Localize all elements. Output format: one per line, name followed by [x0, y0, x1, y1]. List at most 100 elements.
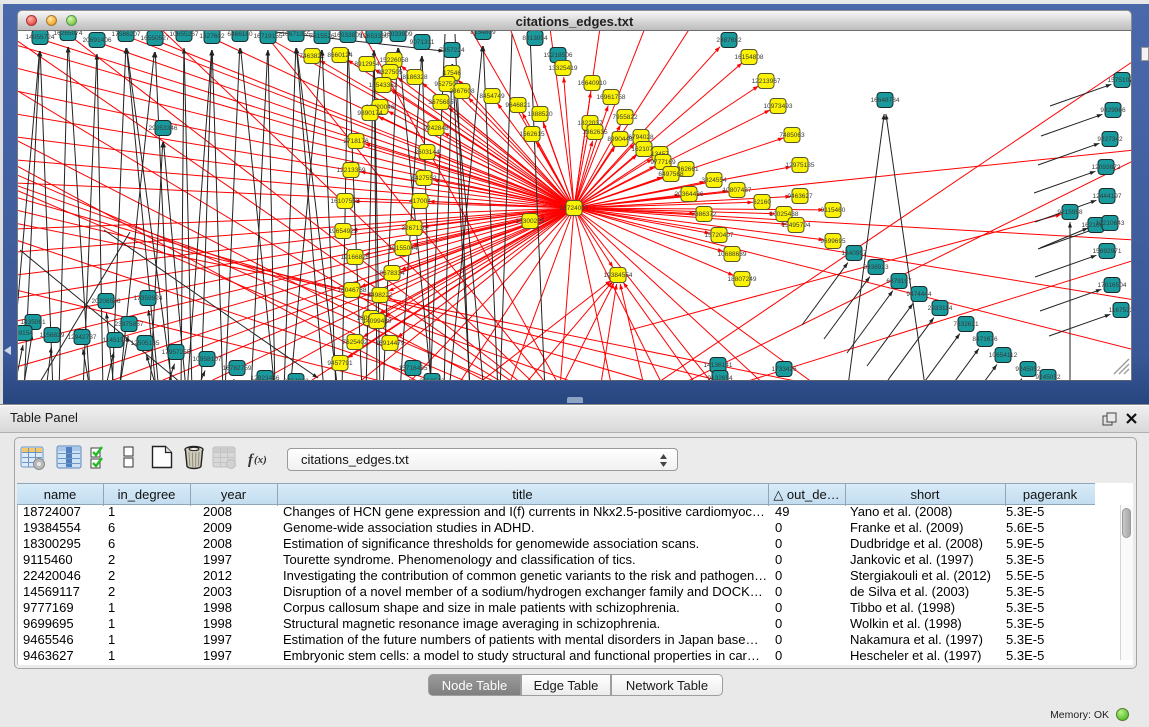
svg-text:15226058: 15226058: [380, 57, 409, 64]
svg-text:17586207: 17586207: [112, 31, 141, 38]
svg-text:19218506: 19218506: [544, 52, 573, 59]
svg-text:12975135: 12975135: [786, 162, 815, 169]
svg-text:15720407: 15720407: [705, 232, 734, 239]
svg-text:8912954: 8912954: [354, 61, 380, 68]
svg-text:16782759: 16782759: [223, 365, 252, 372]
svg-text:15716485: 15716485: [399, 365, 428, 372]
svg-text:16033809: 16033809: [334, 32, 363, 39]
svg-text:8471676: 8471676: [972, 336, 998, 343]
svg-text:7485063: 7485063: [779, 132, 805, 139]
svg-text:3267130: 3267130: [401, 225, 427, 232]
svg-text:8427552: 8427552: [411, 175, 437, 182]
svg-text:19384554: 19384554: [604, 272, 633, 279]
svg-text:12505135: 12505135: [131, 340, 160, 347]
svg-text:16046788: 16046788: [338, 287, 367, 294]
svg-text:2933114: 2933114: [928, 305, 953, 312]
svg-text:8764932: 8764932: [283, 378, 309, 380]
svg-text:16719155: 16719155: [254, 33, 283, 40]
svg-text:16154808: 16154808: [735, 54, 764, 61]
svg-text:8660124: 8660124: [327, 52, 353, 59]
svg-text:12213967: 12213967: [752, 78, 781, 85]
svg-text:6497568: 6497568: [658, 171, 684, 178]
svg-text:8154809: 8154809: [470, 31, 496, 36]
svg-text:16265074: 16265074: [54, 31, 83, 37]
svg-text:20691406: 20691406: [83, 37, 112, 44]
svg-text:8813054: 8813054: [522, 35, 548, 42]
svg-text:29053346: 29053346: [149, 125, 178, 132]
svg-text:1733426: 1733426: [771, 366, 797, 373]
svg-text:15300295: 15300295: [516, 218, 545, 225]
svg-text:6794028: 6794028: [628, 134, 654, 141]
svg-text:9245052: 9245052: [1015, 366, 1041, 373]
svg-text:9132654: 9132654: [707, 375, 733, 380]
svg-text:2603144: 2603144: [414, 149, 440, 156]
svg-text:9115460: 9115460: [821, 207, 846, 214]
svg-text:9327505: 9327505: [377, 69, 403, 76]
svg-text:8186328: 8186328: [402, 74, 428, 81]
svg-text:1362635: 1362635: [582, 129, 608, 136]
svg-text:39154: 39154: [18, 330, 33, 337]
svg-text:9474444: 9474444: [906, 291, 932, 298]
svg-text:7386372: 7386372: [691, 211, 717, 218]
svg-text:14099489: 14099489: [363, 318, 392, 325]
svg-text:9890174: 9890174: [357, 110, 383, 117]
svg-text:10688639: 10688639: [718, 251, 747, 258]
svg-text:2387682: 2387682: [716, 37, 742, 44]
svg-text:16543362: 16543362: [369, 82, 398, 89]
svg-text:9457791: 9457791: [327, 360, 353, 367]
svg-text:13325419: 13325419: [549, 65, 578, 72]
svg-text:6466160: 6466160: [227, 31, 253, 38]
svg-text:9071311: 9071311: [410, 39, 435, 46]
svg-text:2367608: 2367608: [449, 88, 475, 95]
svg-text:10958107: 10958107: [193, 356, 222, 363]
svg-text:16550527: 16550527: [141, 35, 170, 42]
svg-text:(x): (x): [254, 454, 267, 466]
svg-text:10655267: 10655267: [170, 31, 199, 38]
svg-text:9242848: 9242848: [423, 125, 449, 132]
svg-text:1156829: 1156829: [40, 332, 65, 339]
svg-text:6879197: 6879197: [886, 278, 912, 285]
svg-text:19166825: 19166825: [341, 254, 370, 261]
svg-text:18807249: 18807249: [728, 276, 757, 283]
svg-text:12923446: 12923446: [251, 375, 280, 380]
svg-text:15751074: 15751074: [1108, 77, 1131, 84]
svg-text:1388520: 1388520: [527, 111, 553, 118]
svg-text:9646821: 9646821: [505, 102, 531, 109]
svg-text:14055724: 14055724: [26, 34, 55, 41]
svg-text:7515526: 7515526: [309, 33, 335, 40]
svg-text:16640910: 16640910: [578, 80, 607, 87]
svg-text:12093872: 12093872: [1092, 164, 1121, 171]
svg-text:3824554: 3824554: [701, 177, 727, 184]
svg-text:19654923: 19654923: [329, 228, 358, 235]
svg-text:7463822: 7463822: [299, 53, 325, 60]
svg-text:12444197: 12444197: [1093, 193, 1122, 200]
svg-text:7357224: 7357224: [439, 47, 465, 54]
svg-text:20364436: 20364436: [675, 191, 704, 198]
svg-text:1562615: 1562615: [519, 131, 545, 138]
svg-text:9777169: 9777169: [650, 159, 676, 166]
svg-text:9227342: 9227342: [1097, 136, 1123, 143]
svg-text:17016504: 17016504: [1098, 282, 1127, 289]
svg-text:9329966: 9329966: [1100, 107, 1126, 114]
svg-text:10807487: 10807487: [723, 187, 752, 194]
svg-text:1145194: 1145194: [103, 337, 128, 344]
svg-text:17957255: 17957255: [162, 349, 191, 356]
svg-text:15692971: 15692971: [1093, 248, 1122, 255]
svg-text:18724007: 18724007: [560, 205, 589, 212]
svg-text:62160: 62160: [753, 199, 771, 206]
svg-text:17359924: 17359924: [134, 295, 163, 302]
svg-text:10654112: 10654112: [989, 352, 1018, 359]
svg-text:8938923: 8938923: [863, 264, 889, 271]
svg-text:2718176: 2718176: [343, 138, 369, 145]
svg-text:9699695: 9699695: [820, 238, 846, 245]
svg-text:15495794: 15495794: [782, 222, 811, 229]
svg-text:20206536: 20206536: [92, 298, 121, 305]
svg-text:9215958: 9215958: [1057, 209, 1083, 216]
svg-text:1640957: 1640957: [841, 250, 867, 257]
svg-text:12942737: 12942737: [68, 334, 97, 341]
svg-text:16033809: 16033809: [384, 31, 413, 38]
svg-text:16961758: 16961758: [597, 94, 626, 101]
svg-text:8678334: 8678334: [379, 270, 405, 277]
svg-text:9245052: 9245052: [1035, 374, 1061, 380]
svg-text:9463627: 9463627: [787, 193, 813, 200]
